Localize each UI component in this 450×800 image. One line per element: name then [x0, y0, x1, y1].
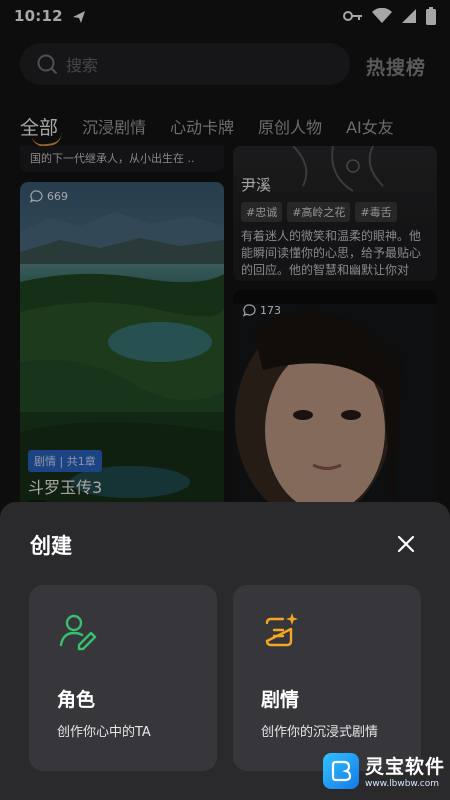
status-time: 10:12	[14, 7, 63, 25]
screen: 10:12 搜索 热搜榜 全部 沉浸剧情 心动卡牌 原创人物 AI女友 国的下一…	[0, 0, 450, 800]
character-card[interactable]: 173	[233, 290, 437, 506]
signal-icon	[402, 9, 416, 23]
portrait-image	[233, 290, 437, 506]
content-feed: 国的下一代继承人，从小出生在 .. 669 剧情 | 共1章 斗罗玉传3 尹溪 …	[0, 146, 450, 506]
option-subtitle: 创作你的沉浸式剧情	[261, 725, 379, 740]
card-title: 斗罗玉传3	[28, 478, 103, 497]
battery-icon	[426, 7, 436, 25]
tab-ai-girlfriend[interactable]: AI女友	[346, 114, 394, 138]
sheet-title: 创建	[30, 534, 72, 558]
character-card[interactable]: 尹溪 #忠诚 #高岭之花 #毒舌 有着迷人的微笑和温柔的眼神。他能瞬间读懂你的心…	[233, 146, 437, 281]
story-badge: 剧情 | 共1章	[28, 450, 102, 472]
create-story-button[interactable]: 剧情 创作你的沉浸式剧情	[233, 585, 421, 771]
chat-count: 173	[243, 304, 281, 317]
search-placeholder: 搜索	[66, 56, 99, 75]
watermark-logo-icon	[323, 752, 359, 789]
tab-original-characters[interactable]: 原创人物	[258, 114, 322, 138]
watermark-name: 灵宝软件	[365, 756, 446, 778]
chat-bubble-icon	[30, 190, 43, 203]
wifi-icon	[372, 8, 392, 23]
chat-count: 669	[30, 190, 68, 203]
watermark: 灵宝软件 www.lbwbw.com	[323, 752, 445, 789]
user-edit-icon	[59, 614, 97, 651]
character-description: 有着迷人的微笑和温柔的眼神。他能瞬间读懂你的心思，给予最贴心的回应。他的智慧和幽…	[241, 229, 422, 277]
tab-heart-cards[interactable]: 心动卡牌	[170, 114, 234, 138]
option-title: 剧情	[261, 689, 300, 711]
close-icon[interactable]	[394, 532, 418, 556]
character-name: 尹溪	[241, 176, 272, 194]
tab-immersive-story[interactable]: 沉浸剧情	[82, 114, 146, 138]
create-character-button[interactable]: 角色 创作你心中的TA	[29, 585, 217, 771]
hot-list-button[interactable]: 热搜榜	[366, 53, 426, 80]
character-tags: #忠诚 #高岭之花 #毒舌	[241, 202, 397, 222]
option-title: 角色	[57, 689, 96, 711]
chat-bubble-icon	[243, 304, 256, 317]
card-description: 国的下一代继承人，从小出生在 ..	[30, 152, 195, 165]
key-icon	[343, 11, 362, 21]
category-tabs: 全部 沉浸剧情 心动卡牌 原创人物 AI女友	[0, 108, 450, 144]
tag: #毒舌	[355, 202, 397, 222]
airplane-icon	[72, 11, 85, 23]
search-icon	[37, 54, 57, 74]
tab-all[interactable]: 全部	[20, 113, 58, 140]
tag: #高岭之花	[287, 202, 351, 222]
tag: #忠诚	[241, 202, 283, 222]
watermark-url: www.lbwbw.com	[365, 779, 440, 789]
card-partial[interactable]: 国的下一代继承人，从小出生在 ..	[20, 146, 224, 172]
story-sparkle-icon	[265, 613, 298, 647]
story-card[interactable]: 669 剧情 | 共1章 斗罗玉传3 #	[20, 182, 224, 506]
search-bar[interactable]: 搜索	[20, 43, 350, 85]
option-subtitle: 创作你心中的TA	[57, 725, 151, 740]
status-bar: 10:12	[0, 0, 450, 32]
